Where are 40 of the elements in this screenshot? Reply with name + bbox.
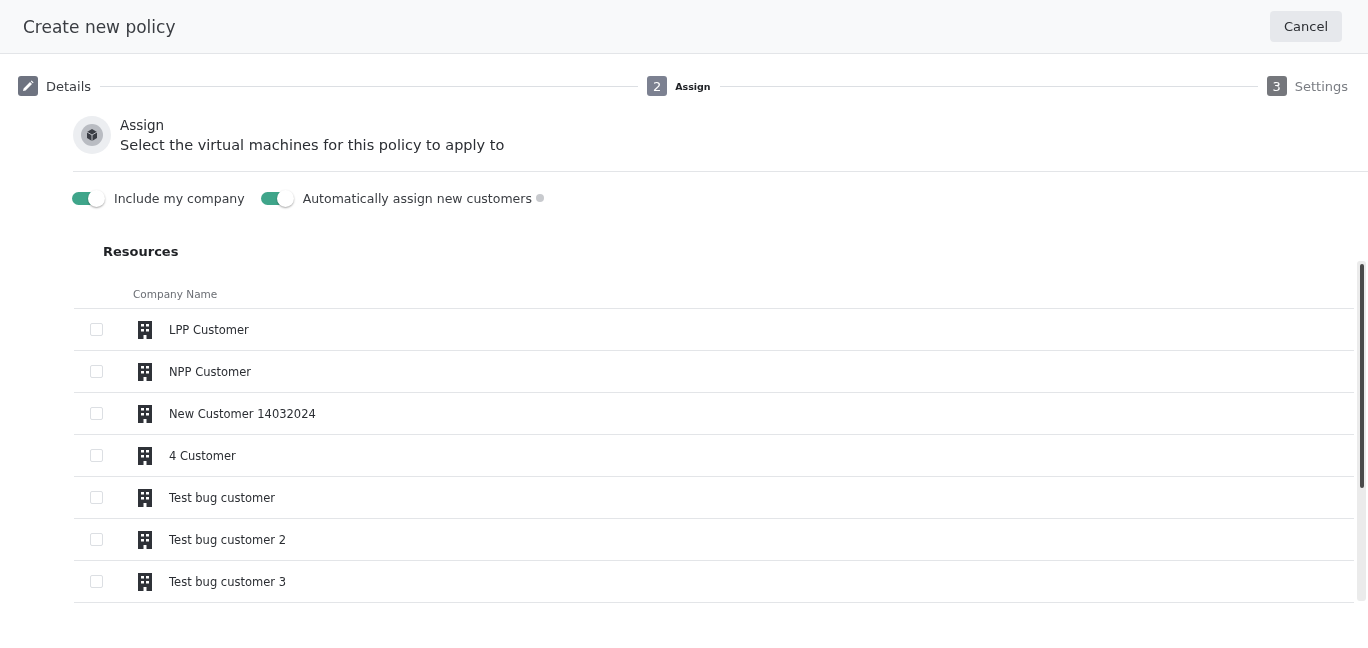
toggle-switch[interactable] xyxy=(72,192,104,205)
row-checkbox[interactable] xyxy=(90,449,103,462)
wizard-step[interactable]: 2 Assign xyxy=(647,76,711,96)
info-icon[interactable] xyxy=(535,193,544,202)
toggle-label: Include my company xyxy=(114,191,245,206)
wizard-step[interactable]: 3 Settings xyxy=(1266,76,1348,96)
section-title: Assign xyxy=(120,117,166,133)
row-checkbox[interactable] xyxy=(90,575,103,588)
company-name: 4 Customer xyxy=(169,448,236,463)
step-number: 3 xyxy=(1266,76,1287,96)
row-checkbox[interactable] xyxy=(90,491,103,504)
building-icon xyxy=(138,572,152,591)
building-icon xyxy=(138,446,152,465)
building-icon xyxy=(138,362,152,381)
row-checkbox[interactable] xyxy=(90,365,103,378)
resources-heading: Resources xyxy=(103,244,180,259)
step-number: 2 xyxy=(647,76,668,96)
toggle-label: Automatically assign new customers xyxy=(302,191,532,206)
company-name: Test bug customer 3 xyxy=(169,574,286,589)
toggle-switch[interactable] xyxy=(260,192,293,205)
section-subtitle: Select the virtual machines for this policy to apply to xyxy=(120,137,505,153)
row-checkbox[interactable] xyxy=(90,323,103,336)
company-name: NPP Customer xyxy=(169,364,251,379)
company-name: LPP Customer xyxy=(169,322,249,337)
building-icon xyxy=(138,404,152,423)
company-name: New Customer 14032024 xyxy=(169,406,316,421)
dialog-title: Create new policy xyxy=(23,16,176,37)
cancel-button[interactable]: Cancel xyxy=(1269,11,1342,42)
wizard-step[interactable]: Details xyxy=(18,76,92,96)
column-header: Company Name xyxy=(133,288,218,300)
building-icon xyxy=(138,488,152,507)
building-icon xyxy=(138,530,152,549)
row-checkbox[interactable] xyxy=(90,533,103,546)
company-name: Test bug customer 2 xyxy=(169,532,286,547)
row-checkbox[interactable] xyxy=(90,407,103,420)
scrollbar[interactable] xyxy=(1357,261,1366,601)
company-name: Test bug customer xyxy=(169,490,275,505)
pencil-icon xyxy=(18,76,38,96)
cube-icon xyxy=(73,116,111,154)
building-icon xyxy=(138,320,152,339)
